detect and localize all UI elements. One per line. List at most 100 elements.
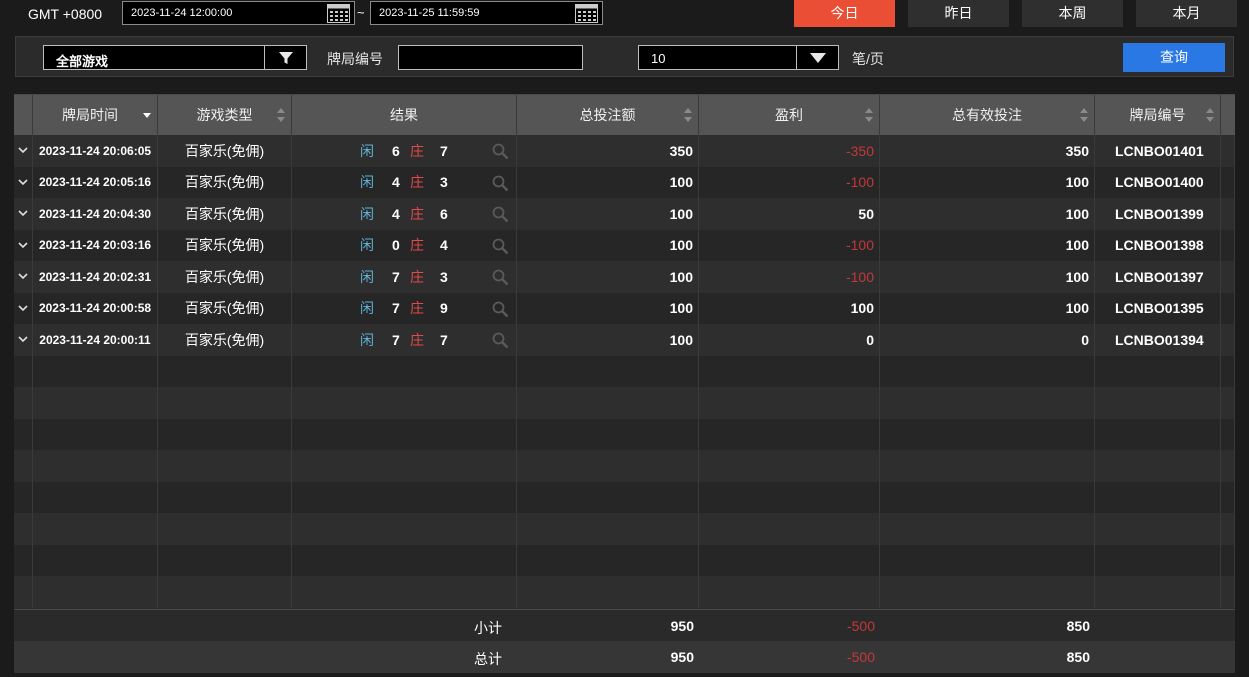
column-header-bet[interactable]: 总投注额 xyxy=(517,95,699,135)
scroll-column-header xyxy=(1221,95,1235,135)
page-size-dropdown-button[interactable] xyxy=(796,46,838,69)
empty-cell xyxy=(158,355,292,387)
banker-label: 庄 xyxy=(410,268,424,285)
empty-cell xyxy=(699,418,880,450)
expand-toggle[interactable] xyxy=(14,261,33,293)
empty-cell xyxy=(699,355,880,387)
empty-cell xyxy=(1221,355,1235,387)
valid-bet-value: 100 xyxy=(1065,205,1089,222)
chevron-down-icon[interactable] xyxy=(18,210,28,217)
round-time: 2023-11-24 20:02:31 xyxy=(38,269,152,284)
query-button[interactable]: 查询 xyxy=(1123,43,1225,72)
cell-bet: 100 xyxy=(517,324,699,356)
end-datetime-field[interactable]: 2023-11-25 11:59:59 xyxy=(370,1,603,25)
expand-toggle[interactable] xyxy=(14,292,33,324)
cell-bet: 100 xyxy=(517,292,699,324)
player-score: 6 xyxy=(392,142,400,159)
chevron-down-icon[interactable] xyxy=(18,179,28,186)
empty-cell xyxy=(292,387,517,419)
column-header-round-no[interactable]: 牌局编号 xyxy=(1095,95,1221,135)
cell-time: 2023-11-24 20:04:30 xyxy=(33,198,158,230)
empty-cell xyxy=(880,576,1095,608)
empty-cell xyxy=(1095,355,1221,387)
search-icon[interactable] xyxy=(492,238,509,255)
banker-label: 庄 xyxy=(410,331,424,348)
empty-cell xyxy=(1221,576,1235,608)
sort-icon[interactable] xyxy=(277,108,285,122)
banker-score: 6 xyxy=(440,205,448,222)
table-row[interactable]: 2023-11-24 20:04:30 百家乐(免佣) 闲 4 庄 6 100 50… xyxy=(14,198,1235,230)
column-header-time[interactable]: 牌局时间 xyxy=(33,95,158,135)
today-button[interactable]: 今日 xyxy=(794,0,895,27)
table-row[interactable]: 2023-11-24 20:00:58 百家乐(免佣) 闲 7 庄 9 100 10… xyxy=(14,292,1235,324)
calendar-icon[interactable] xyxy=(575,4,598,23)
column-header-result: 结果 xyxy=(292,95,517,135)
empty-cell xyxy=(158,387,292,419)
expand-toggle[interactable] xyxy=(14,229,33,261)
banker-label: 庄 xyxy=(410,205,424,222)
player-label: 闲 xyxy=(360,331,374,348)
chevron-down-icon[interactable] xyxy=(18,147,28,154)
empty-cell xyxy=(699,513,880,545)
empty-cell xyxy=(1095,387,1221,419)
search-icon[interactable] xyxy=(492,332,509,349)
column-header-label: 盈利 xyxy=(775,107,803,123)
search-icon[interactable] xyxy=(492,269,509,286)
page-size-unit: 笔/页 xyxy=(852,51,884,67)
expand-toggle[interactable] xyxy=(14,135,33,167)
search-icon[interactable] xyxy=(492,175,509,192)
column-header-profit[interactable]: 盈利 xyxy=(699,95,880,135)
empty-cell xyxy=(1221,544,1235,576)
chevron-down-icon[interactable] xyxy=(18,242,28,249)
empty-cell xyxy=(14,355,33,387)
start-datetime-field[interactable]: 2023-11-24 12:00:00 xyxy=(122,1,355,25)
filter-button[interactable] xyxy=(264,46,306,69)
empty-cell xyxy=(517,387,699,419)
search-icon[interactable] xyxy=(492,206,509,223)
sort-desc-icon[interactable] xyxy=(143,108,151,122)
game-select[interactable]: 全部游戏 xyxy=(43,45,307,70)
chevron-down-icon[interactable] xyxy=(18,305,28,312)
banker-label: 庄 xyxy=(410,174,424,191)
cell-bet: 100 xyxy=(517,261,699,293)
expand-toggle[interactable] xyxy=(14,166,33,198)
table-row[interactable]: 2023-11-24 20:06:05 百家乐(免佣) 闲 6 庄 7 350 -3… xyxy=(14,135,1235,167)
banker-score: 9 xyxy=(440,300,448,317)
empty-cell xyxy=(699,450,880,482)
column-header-game[interactable]: 游戏类型 xyxy=(158,95,292,135)
search-icon[interactable] xyxy=(492,301,509,318)
search-icon[interactable] xyxy=(492,143,509,160)
expand-toggle[interactable] xyxy=(14,324,33,356)
game-type: 百家乐(免佣) xyxy=(184,331,265,348)
round-no-input[interactable] xyxy=(398,45,583,70)
empty-cell xyxy=(292,544,517,576)
table-row[interactable]: 2023-11-24 20:03:16 百家乐(免佣) 闲 0 庄 4 100 -1… xyxy=(14,229,1235,261)
expand-toggle[interactable] xyxy=(14,198,33,230)
chevron-down-icon xyxy=(809,52,826,63)
round-time: 2023-11-24 20:05:16 xyxy=(38,175,152,190)
empty-row xyxy=(14,355,1235,387)
empty-cell xyxy=(880,513,1095,545)
cell-result: 闲 0 庄 4 xyxy=(292,229,517,261)
table-row[interactable]: 2023-11-24 20:00:11 百家乐(免佣) 闲 7 庄 7 100 0 0… xyxy=(14,324,1235,356)
this-month-button[interactable]: 本月 xyxy=(1136,0,1237,27)
empty-cell xyxy=(33,450,158,482)
sort-icon[interactable] xyxy=(684,108,692,122)
sort-icon[interactable] xyxy=(1080,108,1088,122)
empty-cell xyxy=(33,418,158,450)
chevron-down-icon[interactable] xyxy=(18,273,28,280)
round-time: 2023-11-24 20:04:30 xyxy=(38,206,152,221)
chevron-down-icon[interactable] xyxy=(18,336,28,343)
page-size-select[interactable]: 10 xyxy=(638,45,839,70)
table-row[interactable]: 2023-11-24 20:02:31 百家乐(免佣) 闲 7 庄 3 100 -1… xyxy=(14,261,1235,293)
table-row[interactable]: 2023-11-24 20:05:16 百家乐(免佣) 闲 4 庄 3 100 -1… xyxy=(14,166,1235,198)
empty-cell xyxy=(699,544,880,576)
sort-icon[interactable] xyxy=(1206,108,1214,122)
sort-icon[interactable] xyxy=(865,108,873,122)
column-header-valid-bet[interactable]: 总有效投注 xyxy=(880,95,1095,135)
calendar-icon[interactable] xyxy=(327,4,350,23)
expand-column-header xyxy=(14,95,33,135)
empty-cell xyxy=(158,544,292,576)
yesterday-button[interactable]: 昨日 xyxy=(908,0,1009,27)
this-week-button[interactable]: 本周 xyxy=(1022,0,1123,27)
